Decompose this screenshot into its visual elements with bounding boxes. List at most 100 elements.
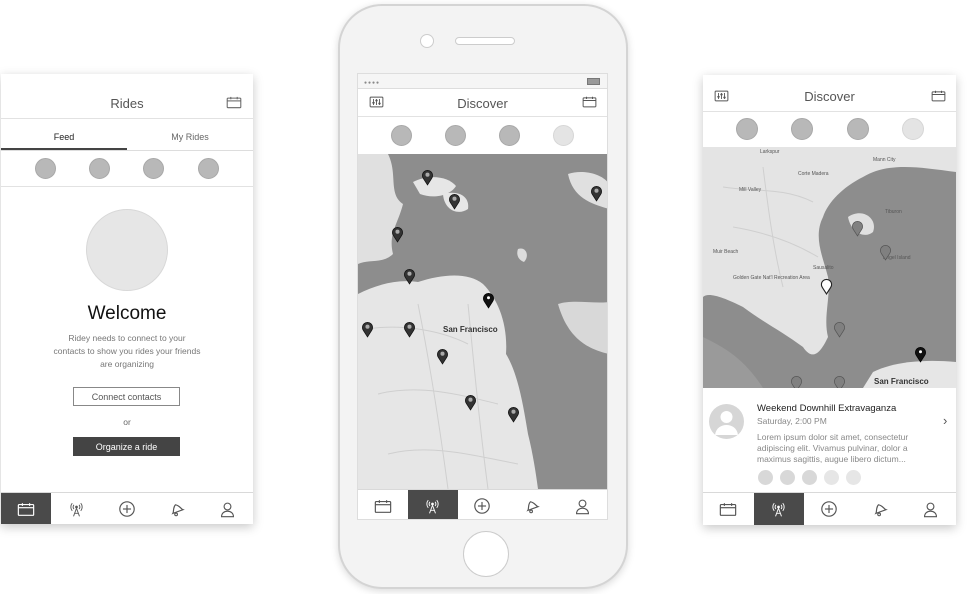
map-pin[interactable] <box>790 375 803 388</box>
map-view[interactable]: Larkspur Mill Valley Mann City Corte Mad… <box>703 147 956 388</box>
organize-ride-button[interactable]: Organize a ride <box>73 437 180 456</box>
map-pin[interactable] <box>833 321 846 338</box>
map-pin[interactable] <box>436 348 449 365</box>
tab-notifications[interactable] <box>152 493 202 524</box>
map-pin[interactable] <box>464 394 477 411</box>
map-land <box>358 154 607 489</box>
friend-avatar[interactable] <box>391 125 412 146</box>
attendee-avatar[interactable] <box>780 470 795 485</box>
bell-icon <box>871 500 889 518</box>
welcome-heading: Welcome <box>87 303 167 324</box>
welcome-line: are organizing <box>100 359 154 369</box>
user-icon <box>574 498 591 515</box>
tab-notifications[interactable] <box>507 490 557 520</box>
map-pin[interactable] <box>851 220 864 237</box>
map-place-label: Tiburon <box>885 209 902 215</box>
avatars-divider <box>1 186 253 187</box>
friend-avatar[interactable] <box>35 158 56 179</box>
header-divider <box>358 116 607 117</box>
map-pin[interactable] <box>361 321 374 338</box>
event-time: Saturday, 2:00 PM <box>757 416 827 426</box>
tab-create[interactable] <box>102 493 152 524</box>
tab-profile[interactable] <box>557 490 607 520</box>
tab-rides[interactable] <box>703 493 754 525</box>
status-bar: ●●●● <box>358 74 607 89</box>
tab-profile[interactable] <box>905 493 956 525</box>
map-place-label: Mill Valley <box>739 187 762 193</box>
tab-create[interactable] <box>458 490 508 520</box>
tab-bar <box>703 492 956 525</box>
rides-screen: Rides Feed My Rides Welcome Ridey needs … <box>1 74 253 524</box>
friend-avatar[interactable] <box>89 158 110 179</box>
tab-rides[interactable] <box>1 493 52 524</box>
event-title: Weekend Downhill Extravaganza <box>757 403 897 414</box>
map-pin[interactable] <box>879 244 892 261</box>
chevron-right-icon[interactable]: › <box>943 413 947 428</box>
discover-screen-phone: ●●●● Discover San Francisco <box>357 73 608 520</box>
tab-discover[interactable] <box>753 493 805 525</box>
user-icon <box>922 501 939 518</box>
map-pin[interactable] <box>391 226 404 243</box>
friend-avatar[interactable] <box>791 118 813 140</box>
event-card[interactable]: Weekend Downhill Extravaganza Saturday, … <box>703 388 956 491</box>
tab-my-rides[interactable]: My Rides <box>127 132 253 142</box>
calendar-icon[interactable] <box>226 96 242 109</box>
calendar-icon <box>719 502 737 517</box>
plus-circle-icon <box>820 500 838 518</box>
map-pin[interactable] <box>403 268 416 285</box>
friend-avatar[interactable] <box>445 125 466 146</box>
calendar-icon[interactable] <box>931 90 946 102</box>
user-icon <box>219 501 236 518</box>
tab-profile[interactable] <box>203 493 253 524</box>
attendee-avatar[interactable] <box>758 470 773 485</box>
tab-discover[interactable] <box>51 493 101 524</box>
user-icon <box>715 411 738 435</box>
friend-avatar[interactable] <box>143 158 164 179</box>
battery-icon <box>587 78 600 85</box>
map-pin-selected[interactable] <box>482 292 495 309</box>
page-title: Rides <box>110 96 144 111</box>
attendee-avatar[interactable] <box>846 470 861 485</box>
description-line: adipiscing elit. Vivamus pulvinar, dolor… <box>757 443 908 453</box>
home-button[interactable] <box>463 531 509 577</box>
description-line: maximus sagittis, augue libero dictum... <box>757 454 906 464</box>
page-title: Discover <box>457 96 508 111</box>
attendee-avatar[interactable] <box>824 470 839 485</box>
map-pin[interactable] <box>507 406 520 423</box>
map-view[interactable]: San Francisco <box>358 154 607 489</box>
tab-bar <box>358 489 607 520</box>
map-place-label: Mann City <box>873 157 896 163</box>
friend-avatar[interactable] <box>553 125 574 146</box>
map-place-label: Sausalito <box>813 265 834 271</box>
map-pin[interactable] <box>403 321 416 338</box>
map-pin-selected[interactable] <box>820 278 833 295</box>
description-line: Lorem ipsum dolor sit amet, consectetur <box>757 432 909 442</box>
calendar-icon <box>17 502 35 517</box>
connect-contacts-button[interactable]: Connect contacts <box>73 387 180 406</box>
tab-divider <box>1 150 253 151</box>
friend-avatar[interactable] <box>736 118 758 140</box>
header-divider <box>1 118 253 119</box>
plus-circle-icon <box>473 497 491 515</box>
tab-create[interactable] <box>804 493 855 525</box>
map-pin[interactable] <box>421 169 434 186</box>
tab-feed[interactable]: Feed <box>1 132 127 142</box>
calendar-icon[interactable] <box>582 96 597 108</box>
tab-rides[interactable] <box>358 490 408 520</box>
signal-icon: ●●●● <box>364 80 381 86</box>
map-pin[interactable] <box>833 375 846 388</box>
map-pin[interactable] <box>590 185 603 202</box>
welcome-text: Ridey needs to connect to your contacts … <box>1 332 253 371</box>
map-place-label: Larkspur <box>760 149 780 155</box>
tab-notifications[interactable] <box>855 493 906 525</box>
broadcast-icon <box>68 501 85 518</box>
friend-avatar[interactable] <box>198 158 219 179</box>
friend-avatar[interactable] <box>902 118 924 140</box>
friend-avatar[interactable] <box>847 118 869 140</box>
friend-avatar[interactable] <box>499 125 520 146</box>
map-pin[interactable] <box>914 346 927 363</box>
map-pin[interactable] <box>448 193 461 210</box>
or-label: or <box>123 417 131 427</box>
attendee-avatar[interactable] <box>802 470 817 485</box>
tab-discover[interactable] <box>407 490 458 519</box>
